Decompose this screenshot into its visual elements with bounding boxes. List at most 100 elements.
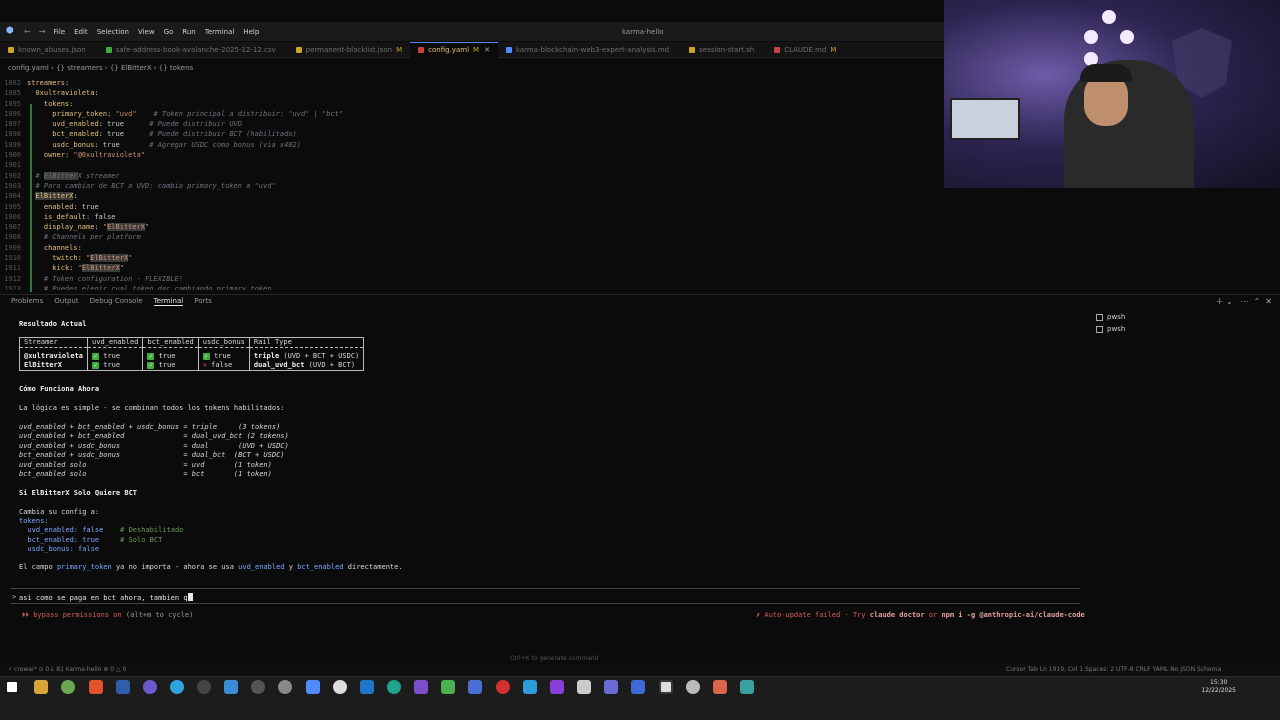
app-icon[interactable] [468,680,482,694]
edge-icon[interactable] [387,680,401,694]
menu-go[interactable]: Go [164,28,174,36]
visual-studio-icon[interactable] [414,680,428,694]
claude-icon[interactable] [713,680,727,694]
app-icon[interactable] [631,680,645,694]
code-line: 1902 # ElBitterX streamer [0,171,944,181]
line-number: 1898 [4,130,21,139]
line-content: channels: [43,243,82,252]
close-tab-icon[interactable]: ✕ [484,46,490,54]
settings-icon[interactable] [333,680,347,694]
file-icon [774,46,781,53]
modified-badge: M [830,45,837,54]
app-icon[interactable] [441,680,455,694]
clock[interactable]: 15:30 12/22/2025 [1201,679,1236,695]
tab-claude-md[interactable]: CLAUDE.md M [766,42,844,58]
tab-label: known_abuses.json [18,45,86,54]
menu-view[interactable]: View [138,28,155,36]
app-icon[interactable] [604,680,618,694]
line-content: ElBitterX: [35,192,78,201]
line-number: 1904 [4,192,21,201]
panel-tab-terminal[interactable]: Terminal [153,297,184,306]
app-icon[interactable] [523,680,537,694]
app-icon[interactable] [116,680,130,694]
check-icon: ✓ [92,362,100,369]
chat-input[interactable]: > asi como se paga en bct ahora, tambien… [10,588,1080,604]
code-line: 1897 uvd_enabled: true # Puede distribui… [0,119,944,129]
explorer-icon[interactable] [34,680,48,694]
logic-line: bct_enabled + usdc_bonus = dual_bct (BCT… [19,451,285,460]
code-line: 1910 twitch: "ElBitterX" [0,253,944,263]
brave-icon[interactable] [89,680,103,694]
terminal-instance[interactable]: pwsh [1096,323,1125,335]
breadcrumb[interactable]: config.yaml › {} streamers › {} ElBitter… [8,64,193,72]
chatgpt-icon[interactable] [686,680,700,694]
tab-karma-blockchain-web3-expert-analysis-md[interactable]: karma-blockchain-web3-expert-analysis.md [498,42,681,58]
menu-edit[interactable]: Edit [74,28,88,36]
table-row: ElBitterX ✓ true ✓ true ✕ false dual_uvd_bct… [18,360,365,371]
panel-tab-problems[interactable]: Problems [11,297,43,305]
back-arrow-icon[interactable]: ← [24,27,31,36]
panel-actions: ＋ ⌄ ⋯ ⌃ ✕ [1216,296,1272,307]
line-content: owner: "@0xultravioleta" [43,151,146,160]
menu-selection[interactable]: Selection [97,28,129,36]
heading-resultado: Resultado Actual [19,320,87,328]
add-terminal-icon[interactable]: ＋ ⌄ [1216,297,1233,306]
tab-safe-address-book-avalanche-2025-12-12-csv[interactable]: safe-address-book-avalanche-2025-12-12.c… [98,42,288,58]
menu-help[interactable]: Help [243,28,259,36]
panel-tab-output[interactable]: Output [54,297,78,305]
code-line: 1909 channels: [0,243,944,253]
heading-solo-bct: Si ElBitterX Solo Quiere BCT [19,489,138,497]
app-icon[interactable] [740,680,754,694]
status-right[interactable]: Cursor Tab Ln 1919, Col 1 Spaces: 2 UTF-… [1006,666,1221,673]
line-number: 1913 [4,284,21,290]
telegram-icon[interactable] [170,680,184,694]
app-icon[interactable] [197,680,211,694]
check-icon: ✓ [92,352,100,360]
status-left[interactable]: ⚡ crewai* ⊙ 0↓ 81 karma-hello ⊗ 0 △ 0 [8,666,126,673]
line-number: 1900 [4,151,21,160]
app-icon[interactable] [496,680,510,694]
line-number: 1902 [4,171,21,180]
app-icon[interactable] [61,680,75,694]
tab-known-abuses-json[interactable]: known_abuses.json [0,42,98,58]
menu-run[interactable]: Run [182,28,195,36]
window-title: karma-hello [622,27,664,36]
close-icon[interactable]: ✕ [1265,297,1272,306]
logic-intro: La lógica es simple - se combinan todos … [19,404,285,412]
config-intro: Cambia su config a: [19,508,100,516]
app-icon[interactable] [360,680,374,694]
panel-tab-ports[interactable]: Ports [194,297,212,305]
maximize-icon[interactable]: ⌃ [1254,297,1261,306]
start-icon[interactable] [7,682,17,692]
cursor-icon[interactable] [659,680,673,694]
prompt-symbol: > [12,593,17,601]
tab-permanent-blacklist-json[interactable]: permanent-blacklist.json M [288,42,411,58]
terminal-instance[interactable]: pwsh [1096,311,1125,323]
menu-file[interactable]: File [53,28,65,36]
config-line: uvd_enabled: false # Deshabilitado [19,526,184,535]
more-icon[interactable]: ⋯ [1240,297,1248,306]
cell-rail: triple (UVD + BCT + USDC) [248,351,365,361]
modified-badge: M [396,45,403,54]
table-header-cell: uvd_enabled [87,337,143,347]
app-icon[interactable] [278,680,292,694]
tab-session-start-sh[interactable]: session-start.sh [681,42,766,58]
line-content: twitch: "ElBitterX" [52,254,133,263]
app-icon[interactable] [306,680,320,694]
file-icon [295,46,302,53]
app-icon[interactable] [251,680,265,694]
app-icon[interactable] [224,680,238,694]
panel-tab-debug-console[interactable]: Debug Console [90,297,143,305]
code-line: 1905 enabled: true [0,202,944,212]
terminal-output[interactable]: Resultado Actual Streamer uvd_enabled bct_… [18,318,1079,588]
menu-terminal[interactable]: Terminal [205,28,235,36]
input-text[interactable]: asi como se paga en bct ahora, tambien q [19,593,193,602]
code-editor[interactable]: 1882 streamers: 1885 0xultravioleta: 1895 t… [0,78,944,290]
app-icon[interactable] [550,680,564,694]
code-line: 1901 [0,160,944,170]
app-icon[interactable] [577,680,591,694]
app-icon[interactable] [143,680,157,694]
line-number: 1906 [4,212,21,221]
tab-config-yaml[interactable]: config.yaml M ✕ [410,41,498,58]
forward-arrow-icon[interactable]: → [39,27,46,36]
